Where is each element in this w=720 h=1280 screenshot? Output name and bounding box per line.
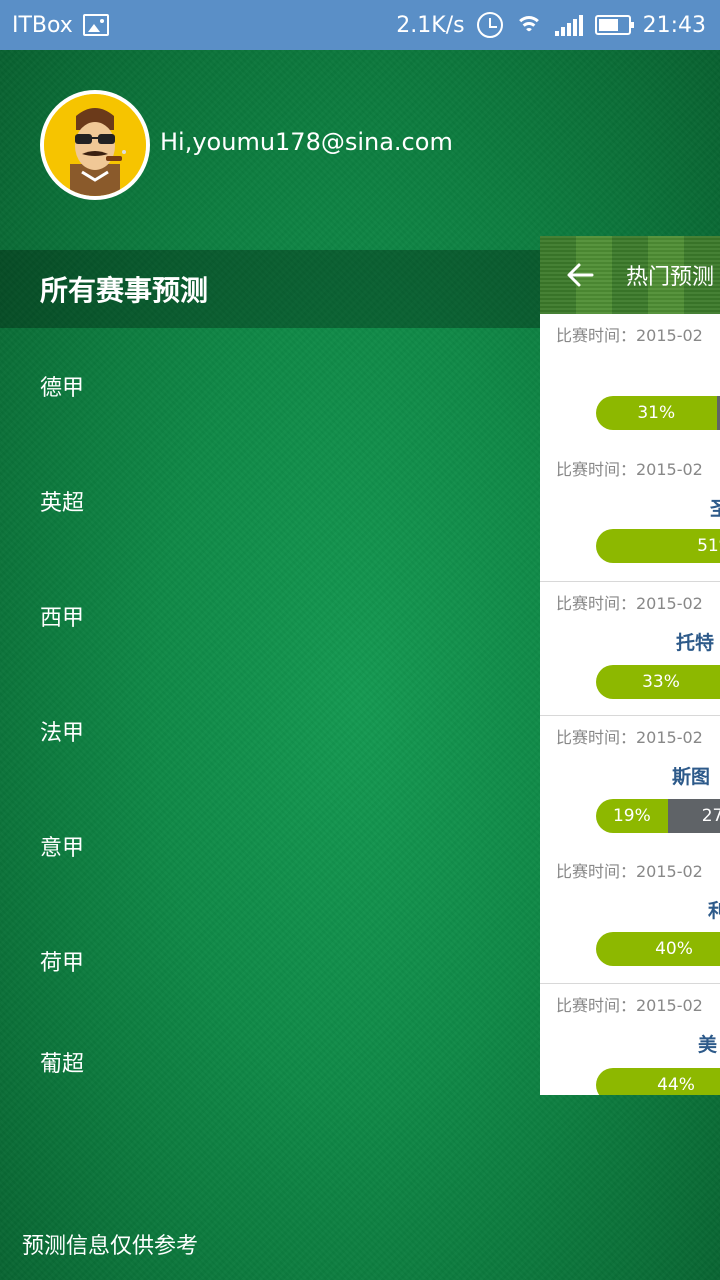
battery-icon bbox=[594, 15, 634, 35]
prediction-bar: 44% bbox=[596, 1068, 720, 1095]
home-win-pct: 19% bbox=[596, 799, 668, 833]
draw-pct bbox=[716, 396, 720, 430]
match-card[interactable]: 比赛时间：2015-02 美 44% bbox=[540, 984, 720, 1095]
menu-title: 所有赛事预测 bbox=[0, 250, 540, 328]
league-item-la-liga[interactable]: 西甲 bbox=[0, 558, 540, 673]
avatar[interactable] bbox=[40, 90, 150, 200]
prediction-bar: 33% bbox=[596, 665, 720, 699]
prediction-bar: 31% bbox=[596, 396, 720, 430]
prediction-bar: 19% 27 bbox=[596, 799, 720, 833]
team-name: 圣 bbox=[710, 498, 720, 520]
home-win-pct: 33% bbox=[596, 665, 720, 699]
draw-pct: 27 bbox=[667, 799, 720, 833]
match-card[interactable]: 比赛时间：2015-02 31% bbox=[540, 314, 720, 448]
status-app-name: ITBox bbox=[12, 12, 73, 38]
main-content-panel[interactable]: 热门预测 比赛时间：2015-02 31% 比赛时间：2015-02 圣 51%… bbox=[540, 236, 720, 1095]
image-notification-icon bbox=[82, 14, 109, 36]
panel-title: 热门预测 bbox=[626, 265, 715, 290]
match-time: 比赛时间：2015-02 bbox=[556, 594, 703, 613]
disclaimer-text: 预测信息仅供参考 bbox=[22, 1234, 199, 1259]
home-win-pct: 40% bbox=[596, 932, 720, 966]
wifi-icon bbox=[514, 14, 543, 36]
league-item-premier-league[interactable]: 英超 bbox=[0, 443, 540, 558]
back-arrow-icon[interactable] bbox=[564, 259, 596, 291]
network-speed: 2.1K/s bbox=[396, 12, 465, 38]
match-time: 比赛时间：2015-02 bbox=[556, 862, 703, 881]
prediction-bar: 51% bbox=[596, 529, 720, 563]
team-name: 利 bbox=[708, 900, 720, 922]
match-card[interactable]: 比赛时间：2015-02 圣 51% bbox=[540, 448, 720, 582]
league-label: 葡超 bbox=[40, 1052, 85, 1077]
match-card[interactable]: 比赛时间：2015-02 斯图 19% 27 bbox=[540, 716, 720, 850]
league-label: 西甲 bbox=[40, 605, 85, 631]
match-card[interactable]: 比赛时间：2015-02 托特 33% bbox=[540, 582, 720, 716]
status-bar: ITBox 2.1K/s 21:43 bbox=[0, 0, 720, 50]
signal-icon bbox=[554, 14, 583, 36]
league-list: 德甲 英超 西甲 法甲 意甲 荷甲 葡超 bbox=[0, 328, 540, 1084]
league-label: 意甲 bbox=[40, 835, 85, 861]
league-item-eredivisie[interactable]: 荷甲 bbox=[0, 903, 540, 1018]
match-time: 比赛时间：2015-02 bbox=[556, 728, 703, 747]
league-item-bundesliga[interactable]: 德甲 bbox=[0, 328, 540, 443]
home-win-pct: 51% bbox=[596, 529, 720, 563]
league-label: 德甲 bbox=[40, 375, 85, 401]
league-item-serie-a[interactable]: 意甲 bbox=[0, 788, 540, 903]
alarm-icon bbox=[476, 12, 503, 38]
user-greeting: Hi,youmu178@sina.com bbox=[160, 128, 453, 156]
team-name: 托特 bbox=[676, 632, 715, 654]
panel-header: 热门预测 bbox=[540, 236, 720, 314]
league-label: 英超 bbox=[40, 490, 85, 516]
match-time: 比赛时间：2015-02 bbox=[556, 460, 703, 479]
home-win-pct: 44% bbox=[596, 1068, 720, 1095]
league-label: 法甲 bbox=[40, 720, 85, 746]
team-name: 美 bbox=[698, 1034, 718, 1056]
league-item-primeira-liga[interactable]: 葡超 bbox=[0, 1018, 540, 1078]
prediction-bar: 40% bbox=[596, 932, 720, 966]
match-time: 比赛时间：2015-02 bbox=[556, 326, 703, 345]
match-time: 比赛时间：2015-02 bbox=[556, 996, 703, 1015]
avatar-illustration-icon bbox=[44, 94, 146, 196]
league-item-ligue-1[interactable]: 法甲 bbox=[0, 673, 540, 788]
team-name: 斯图 bbox=[672, 766, 711, 788]
status-time: 21:43 bbox=[642, 12, 706, 38]
match-card[interactable]: 比赛时间：2015-02 利 40% bbox=[540, 850, 720, 984]
league-label: 荷甲 bbox=[40, 950, 85, 976]
home-win-pct: 31% bbox=[596, 396, 717, 430]
